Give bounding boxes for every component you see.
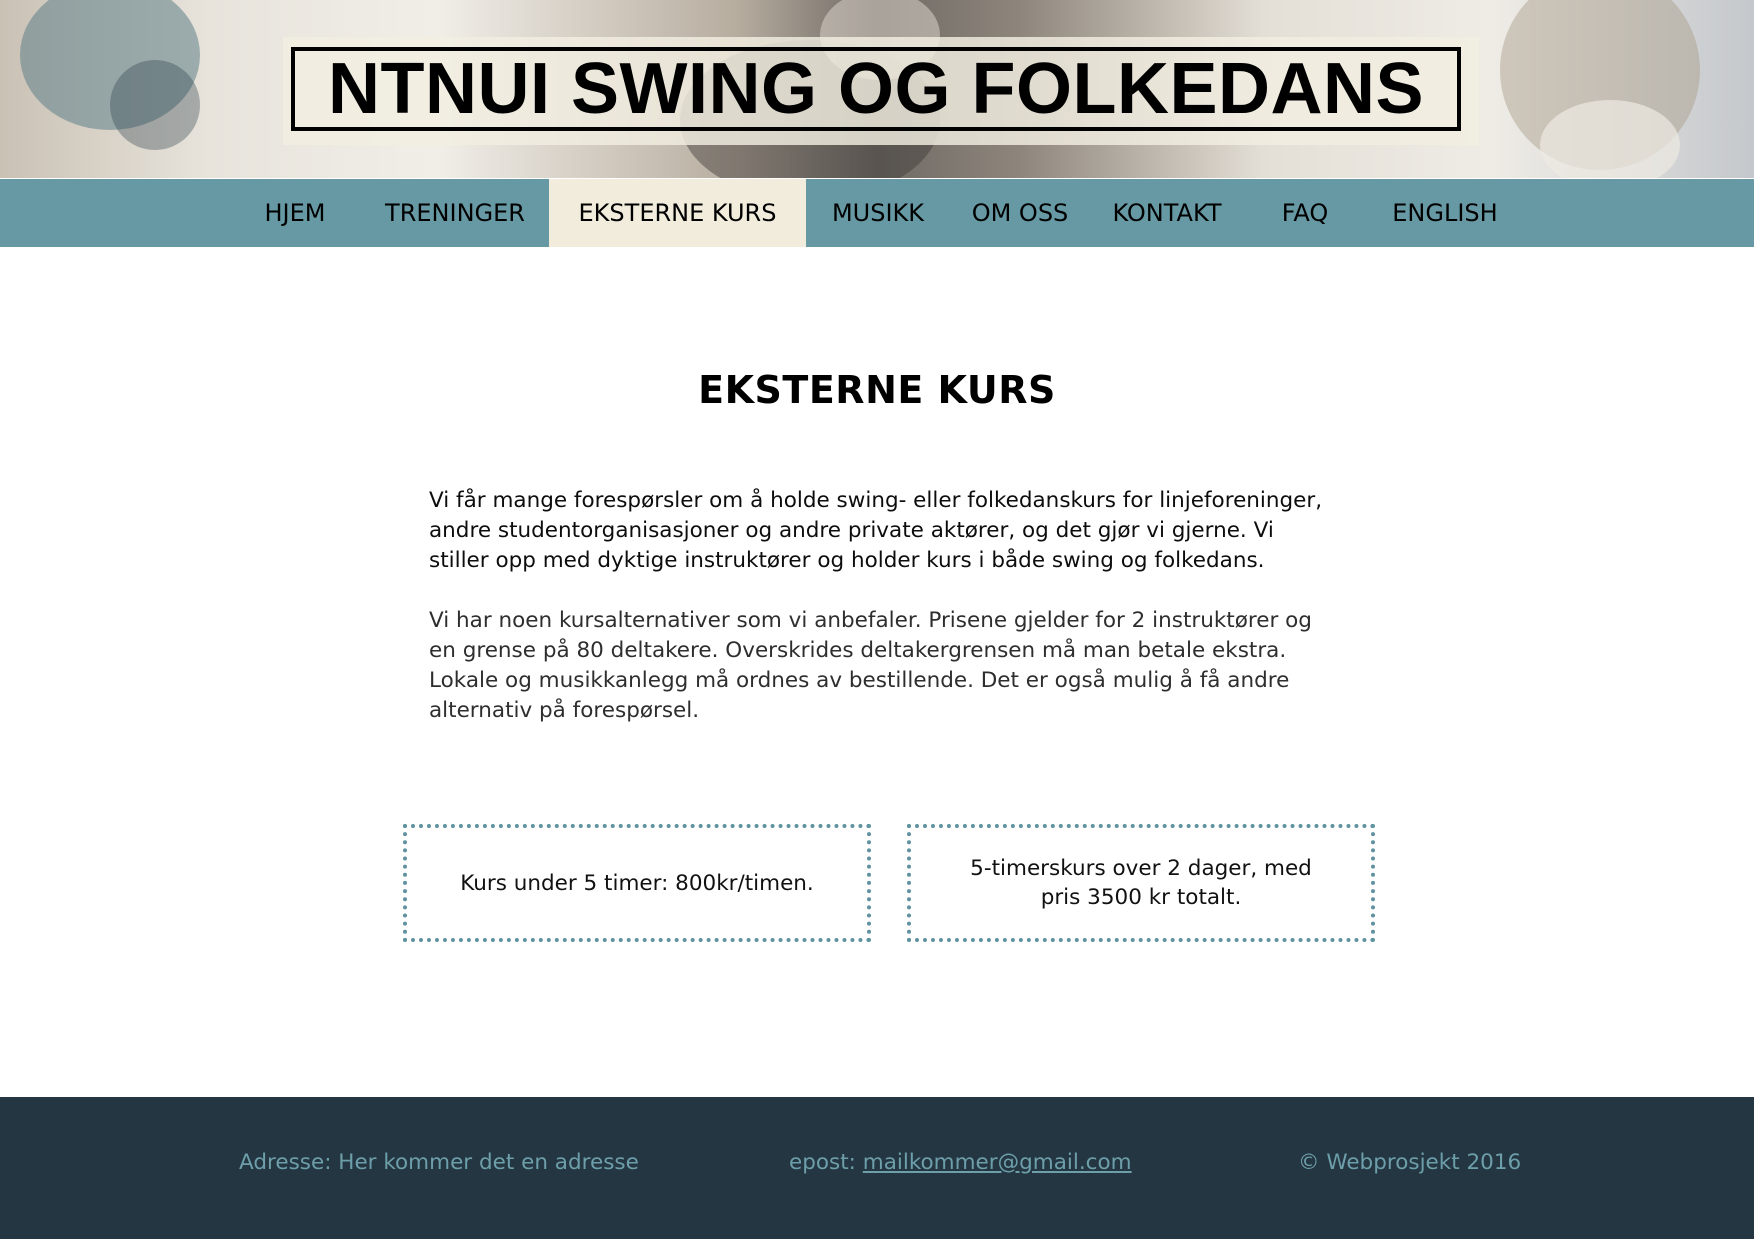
nav-item-treninger[interactable]: TRENINGER [370,179,540,247]
footer-email-link[interactable]: mailkommer@gmail.com [863,1150,1132,1175]
nav-item-kontakt[interactable]: KONTAKT [1100,179,1234,247]
header-banner: NTNUI SWING OG FOLKEDANS [0,0,1754,178]
nav-item-hjem[interactable]: HJEM [240,179,350,247]
footer-email: epost: mailkommer@gmail.com [789,1150,1132,1175]
page-title: EKSTERNE KURS [698,368,1056,412]
course-option-card: 5-timerskurs over 2 dager, med pris 3500… [907,824,1375,942]
site-title: NTNUI SWING OG FOLKEDANS [328,49,1424,129]
nav-item-om-oss[interactable]: OM OSS [960,179,1080,247]
nav-item-faq[interactable]: FAQ [1265,179,1345,247]
footer-copyright: © Webprosjekt 2016 [1298,1150,1522,1175]
nav-item-english[interactable]: ENGLISH [1375,179,1515,247]
course-option-text: 5-timerskurs over 2 dager, med pris 3500… [970,856,1312,910]
footer-email-label: epost: [789,1150,863,1175]
nav-item-musikk[interactable]: MUSIKK [820,179,936,247]
nav-item-eksterne-kurs[interactable]: EKSTERNE KURS [549,179,806,247]
course-option-card: Kurs under 5 timer: 800kr/timen. [403,824,871,942]
site-title-box: NTNUI SWING OG FOLKEDANS [291,47,1461,131]
footer-address: Adresse: Her kommer det en adresse [239,1150,639,1175]
course-option-text: Kurs under 5 timer: 800kr/timen. [460,870,814,896]
pricing-paragraph: Vi har noen kursalternativer som vi anbe… [429,608,1312,723]
intro-paragraph: Vi får mange forespørsler om å holde swi… [429,488,1323,573]
main-nav: HJEM TRENINGER EKSTERNE KURS MUSIKK OM O… [0,179,1754,247]
